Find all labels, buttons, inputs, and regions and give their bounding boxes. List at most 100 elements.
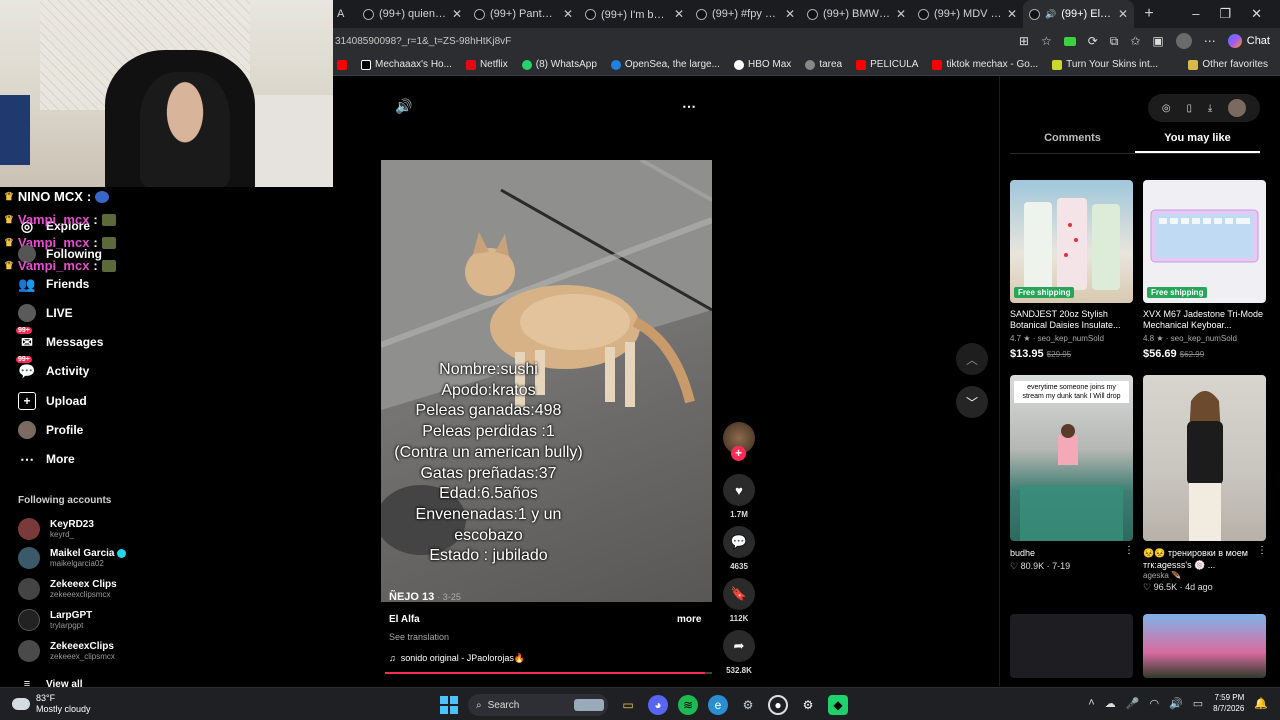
product-card[interactable]: Free shipping SANDJEST 20oz Stylish Bota…	[1010, 180, 1134, 360]
bookmark-4[interactable]: HBO Max	[733, 59, 791, 70]
video-card[interactable]	[1010, 614, 1134, 678]
nav-friends[interactable]: 👥 Friends	[18, 275, 89, 293]
volume-icon[interactable]: 🔊	[1169, 697, 1183, 710]
tab-6[interactable]: (99+) MDV DESPEGL ✕	[912, 0, 1023, 28]
close-icon[interactable]: ✕	[1118, 7, 1128, 21]
account-item[interactable]: Maikel Garcia maikelgarcia02	[18, 547, 127, 569]
close-icon[interactable]: ✕	[563, 7, 573, 21]
bookmark-6[interactable]: PELICULA	[856, 59, 918, 70]
app-icon[interactable]: ◆	[828, 695, 848, 715]
tab-1[interactable]: (99+) quien es esta b ✕	[357, 0, 468, 28]
video-card[interactable]	[1143, 614, 1267, 678]
discord-icon[interactable]: ◕	[648, 695, 668, 715]
close-icon[interactable]: ✕	[785, 7, 795, 21]
nav-profile[interactable]: Profile	[18, 421, 83, 439]
speaker-icon[interactable]: 🔊	[1045, 9, 1056, 20]
account-item[interactable]: Zekeeex Clips zekeeexclipsmcx	[18, 578, 117, 600]
next-video-button[interactable]: ﹀	[956, 386, 988, 418]
phone-icon[interactable]: ▯	[1186, 103, 1192, 114]
battery-icon[interactable]: ▭	[1193, 697, 1203, 710]
share-button[interactable]: ➦ 532.8K	[722, 630, 756, 675]
bookmark-2[interactable]: (8) WhatsApp	[521, 59, 597, 70]
notification-icon[interactable]: 🔔	[1254, 697, 1268, 710]
previous-video-button[interactable]: ︿	[956, 343, 988, 375]
steam-icon[interactable]: ⚙	[738, 695, 758, 715]
account-item[interactable]: ZekeeexClips zekeeex_clipsmcx	[18, 640, 115, 662]
like-button[interactable]: ♥ 1.7M	[722, 474, 756, 519]
download-icon[interactable]: ⤓	[1208, 103, 1212, 114]
url-field[interactable]: 31408590098?_r=1&_t=ZS-98hHtKj8vF	[333, 36, 1019, 47]
bookmark-1[interactable]: Netflix	[465, 59, 508, 70]
chevron-up-icon[interactable]: ˄	[1088, 697, 1094, 709]
nav-messages[interactable]: ✉ 99+ Messages	[16, 327, 103, 351]
nav-more[interactable]: ⋯ More	[18, 450, 75, 468]
author-name[interactable]: El Alfa	[389, 614, 420, 625]
puzzle-icon[interactable]: ⧉	[1110, 34, 1119, 49]
start-button[interactable]	[440, 696, 458, 714]
nav-upload[interactable]: + Upload	[18, 392, 87, 410]
more-options-icon[interactable]: ⋯	[682, 98, 696, 115]
collections-icon[interactable]: ▣	[1152, 34, 1163, 48]
tab-active[interactable]: 🔊 (99+) El Alfa: Kra ✕	[1023, 0, 1134, 28]
close-window-icon[interactable]: ✕	[1251, 6, 1262, 22]
video-card[interactable]: 😣😣 тренировки в моем тгк:agesss's 🍥 ... …	[1143, 375, 1267, 593]
bookmark-3[interactable]: OpenSea, the large...	[610, 59, 720, 70]
user-avatar[interactable]	[1228, 99, 1247, 117]
nav-live[interactable]: LIVE	[18, 304, 73, 322]
bookmark-0[interactable]: Mechaaax's Ho...	[361, 59, 452, 70]
refresh-icon[interactable]: ⟳	[1088, 34, 1098, 48]
bookmark-youtube[interactable]	[337, 59, 347, 70]
favorites-icon[interactable]: ✩	[1130, 34, 1140, 48]
nav-activity[interactable]: 💬 99+ Activity	[16, 356, 89, 380]
account-item[interactable]: KeyRD23 keyrd_	[18, 518, 94, 540]
sound-link[interactable]: ♫ sonido original - JPaolorojas🔥	[389, 653, 525, 664]
weather-widget[interactable]: 83°F Mostly cloudy	[0, 693, 300, 715]
follow-button[interactable]: +	[731, 446, 746, 461]
tab-0[interactable]: A	[333, 0, 357, 28]
copilot-chat-button[interactable]: Chat	[1227, 34, 1270, 48]
tab-2[interactable]: (99+) Pantera Rosa h ✕	[468, 0, 579, 28]
clock[interactable]: 7:59 PM 8/7/2026	[1213, 692, 1244, 714]
comment-button[interactable]: 💬 4635	[722, 526, 756, 571]
compass-icon[interactable]: ◎	[1162, 103, 1171, 114]
bookmark-7[interactable]: tiktok mechax - Go...	[932, 59, 1038, 70]
edge-icon[interactable]: e	[708, 695, 728, 715]
obs-icon[interactable]: ●	[768, 695, 788, 715]
maximize-icon[interactable]: ❐	[1219, 6, 1231, 22]
other-favorites[interactable]: Other favorites	[1188, 59, 1280, 70]
new-tab-button[interactable]: +	[1134, 5, 1164, 23]
profile-avatar[interactable]	[1175, 33, 1192, 49]
tab-comments[interactable]: Comments	[1010, 132, 1135, 153]
spotify-icon[interactable]: ≋	[678, 695, 698, 715]
tab-3[interactable]: (99+) I'm back 😊 # ✕	[579, 0, 690, 28]
close-icon[interactable]: ✕	[896, 7, 906, 21]
product-card[interactable]: Free shipping XVX M67 Jadestone Tri-Mode…	[1143, 180, 1267, 360]
menu-dots-icon[interactable]: ⋯	[1204, 34, 1216, 48]
bookmark-5[interactable]: tarea	[805, 59, 842, 70]
app-install-icon[interactable]: ⊞	[1019, 34, 1029, 48]
bookmark-8[interactable]: Turn Your Skins int...	[1052, 59, 1158, 70]
save-button[interactable]: 🔖 112K	[722, 578, 756, 623]
account-item[interactable]: LarpGPT trylarpgpt	[18, 609, 92, 631]
taskbar-search[interactable]: ⌕ Search	[468, 694, 608, 716]
more-link[interactable]: more	[677, 614, 701, 625]
close-icon[interactable]: ✕	[674, 7, 684, 21]
close-icon[interactable]: ✕	[452, 7, 462, 21]
menu-dots-icon[interactable]: ⋮	[1257, 545, 1267, 556]
video-progress-bar[interactable]	[385, 672, 712, 674]
extension-icon[interactable]	[1063, 36, 1076, 46]
settings-icon[interactable]: ⚙	[798, 695, 818, 715]
tab-you-may-like[interactable]: You may like	[1135, 132, 1260, 153]
star-icon[interactable]: ☆	[1041, 34, 1052, 48]
minimize-icon[interactable]: –	[1192, 6, 1199, 22]
cloud-sync-icon[interactable]: ☁	[1105, 697, 1116, 710]
microphone-icon[interactable]: 🎤	[1126, 697, 1140, 710]
file-explorer-icon[interactable]: ▭	[618, 695, 638, 715]
menu-dots-icon[interactable]: ⋮	[1124, 545, 1134, 556]
tab-4[interactable]: (99+) #fpy #LarpGp ✕	[690, 0, 801, 28]
wifi-icon[interactable]: ◠	[1149, 697, 1159, 710]
close-icon[interactable]: ✕	[1007, 7, 1017, 21]
tab-5[interactable]: (99+) BMW M4 dow ✕	[801, 0, 912, 28]
volume-icon[interactable]: 🔊	[395, 98, 412, 115]
see-translation-link[interactable]: See translation	[389, 632, 449, 642]
